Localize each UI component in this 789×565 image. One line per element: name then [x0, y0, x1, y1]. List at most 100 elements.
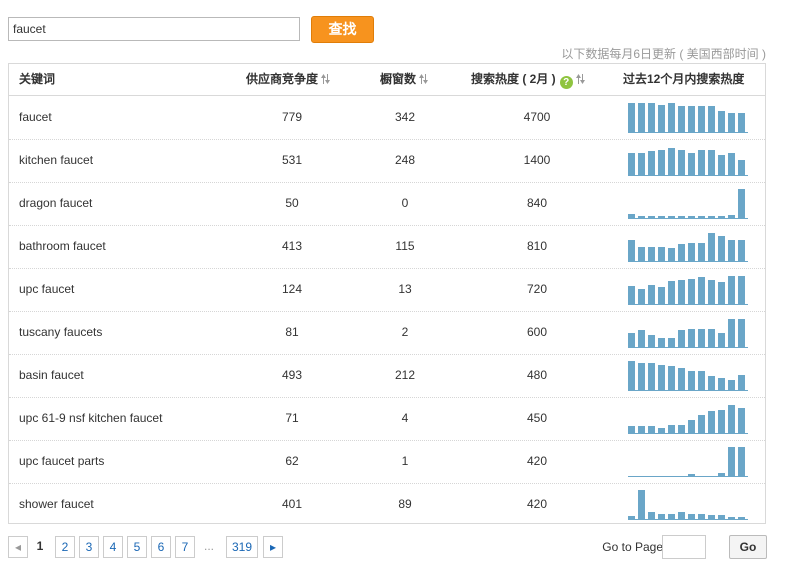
- trend-bar: [638, 153, 645, 176]
- sparkline-baseline: [628, 433, 748, 434]
- sparkline-baseline: [628, 261, 748, 262]
- goto-page-input[interactable]: [662, 535, 706, 559]
- trend-bar: [628, 333, 635, 348]
- showcase-cell: 342: [394, 110, 416, 124]
- trend-bar: [628, 240, 635, 262]
- trend-bar: [698, 371, 705, 391]
- showcase-cell: 4: [401, 411, 409, 425]
- sort-arrows-icon[interactable]: [575, 73, 586, 85]
- heat-cell: 480: [526, 368, 548, 382]
- keyword-cell: upc faucet parts: [19, 454, 105, 468]
- trend-bar: [688, 106, 695, 133]
- trend-sparkline: [628, 273, 748, 305]
- header-keyword: 关键词: [19, 64, 55, 95]
- header-showcase[interactable]: 橱窗数: [380, 64, 429, 95]
- trend-sparkline: [628, 402, 748, 434]
- trend-bar: [708, 329, 715, 348]
- page-link[interactable]: 7: [175, 536, 195, 558]
- sparkline-baseline: [628, 476, 748, 477]
- header-heat-label: 搜索热度 ( 2月 ): [471, 72, 556, 86]
- heat-cell: 600: [526, 325, 548, 339]
- sparkline-baseline: [628, 218, 748, 219]
- header-competition[interactable]: 供应商竞争度: [246, 64, 331, 95]
- trend-bar: [718, 155, 725, 176]
- search-button[interactable]: 查找: [311, 16, 374, 43]
- trend-bar: [728, 113, 735, 133]
- page-ellipsis: ...: [199, 536, 219, 556]
- trend-bar: [628, 103, 635, 133]
- prev-page-button[interactable]: ◂: [8, 536, 28, 558]
- competition-cell: 779: [281, 110, 303, 124]
- page-link[interactable]: 4: [103, 536, 123, 558]
- keyword-cell: upc faucet: [19, 282, 75, 296]
- trend-bar: [628, 153, 635, 176]
- competition-cell: 413: [281, 239, 303, 253]
- next-page-button[interactable]: ▸: [263, 536, 283, 558]
- header-keyword-label: 关键词: [19, 72, 56, 86]
- trend-bar: [728, 153, 735, 176]
- help-icon[interactable]: ?: [559, 76, 573, 89]
- page-link[interactable]: 2: [55, 536, 75, 558]
- trend-bar: [658, 365, 665, 391]
- trend-bar: [678, 330, 685, 348]
- trend-bar: [658, 150, 665, 176]
- keyword-cell: kitchen faucet: [19, 153, 94, 167]
- competition-cell: 124: [281, 282, 303, 296]
- trend-bar: [698, 243, 705, 262]
- keyword-cell: dragon faucet: [19, 196, 93, 210]
- page-link[interactable]: 5: [127, 536, 147, 558]
- trend-bar: [708, 280, 715, 305]
- search-input[interactable]: [8, 17, 300, 41]
- showcase-cell: 0: [401, 196, 409, 210]
- heat-cell: 810: [526, 239, 548, 253]
- table-row: faucet 779 342 4700: [9, 96, 765, 140]
- trend-bar: [668, 281, 675, 305]
- keyword-cell: faucet: [19, 110, 52, 124]
- trend-bar: [678, 150, 685, 176]
- go-button[interactable]: Go: [729, 535, 767, 559]
- heat-cell: 420: [526, 497, 548, 511]
- header-trend-label: 过去12个月内搜索热度: [623, 72, 745, 86]
- table-row: basin faucet 493 212 480: [9, 354, 765, 398]
- sort-arrows-icon[interactable]: [320, 73, 331, 85]
- trend-bar: [628, 286, 635, 305]
- page-link[interactable]: 6: [151, 536, 171, 558]
- header-competition-label: 供应商竞争度: [246, 72, 319, 86]
- sparkline-baseline: [628, 347, 748, 348]
- sparkline-baseline: [628, 304, 748, 305]
- trend-bar: [668, 248, 675, 262]
- trend-bar: [688, 371, 695, 391]
- trend-bar: [738, 276, 745, 305]
- showcase-cell: 248: [394, 153, 416, 167]
- trend-bar: [678, 280, 685, 305]
- trend-bar: [648, 247, 655, 262]
- competition-cell: 401: [281, 497, 303, 511]
- page-link-last[interactable]: 319: [226, 536, 258, 558]
- trend-sparkline: [628, 488, 748, 520]
- table-row: upc faucet 124 13 720: [9, 268, 765, 312]
- trend-bar: [728, 319, 735, 348]
- trend-sparkline: [628, 144, 748, 176]
- trend-bar: [638, 363, 645, 391]
- arrow-left-icon: ◂: [14, 540, 22, 554]
- header-heat[interactable]: 搜索热度 ( 2月 )?: [471, 64, 586, 95]
- showcase-cell: 212: [394, 368, 416, 382]
- showcase-cell: 2: [401, 325, 409, 339]
- heat-cell: 840: [526, 196, 548, 210]
- trend-bar: [638, 103, 645, 133]
- table-row: tuscany faucets 81 2 600: [9, 311, 765, 355]
- sparkline-baseline: [628, 175, 748, 176]
- competition-cell: 531: [281, 153, 303, 167]
- page-link[interactable]: 3: [79, 536, 99, 558]
- competition-cell: 50: [285, 196, 299, 210]
- showcase-cell: 13: [398, 282, 412, 296]
- sparkline-baseline: [628, 519, 748, 520]
- trend-bar: [648, 151, 655, 176]
- sort-arrows-icon[interactable]: [418, 73, 429, 85]
- trend-bar: [738, 408, 745, 434]
- table-row: bathroom faucet 413 115 810: [9, 225, 765, 269]
- trend-bar: [678, 368, 685, 391]
- trend-bar: [658, 105, 665, 133]
- trend-bar: [718, 410, 725, 434]
- heat-cell: 720: [526, 282, 548, 296]
